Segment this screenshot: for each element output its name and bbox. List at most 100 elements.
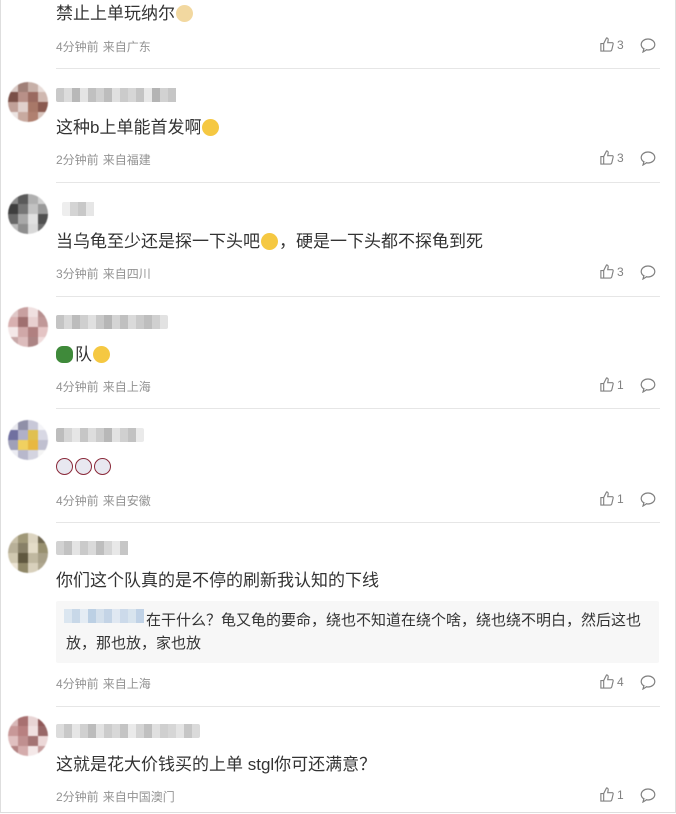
- like-button[interactable]: 3: [599, 37, 624, 52]
- username-pixel: [88, 724, 96, 738]
- like-button[interactable]: 3: [599, 264, 624, 279]
- avatar-pixel: [28, 533, 38, 543]
- comment-reply-icon[interactable]: [640, 491, 656, 507]
- username-pixel: [120, 88, 128, 102]
- username-pixel: [128, 724, 136, 738]
- comment-source: 来自安徽: [102, 494, 151, 508]
- like-button[interactable]: 1: [599, 377, 624, 392]
- comment-reply-icon[interactable]: [640, 787, 656, 803]
- avatar-pixel: [8, 102, 18, 112]
- username-pixel: [128, 315, 136, 329]
- avatar-pixel: [18, 533, 28, 543]
- avatar-pixel: [38, 327, 48, 337]
- avatar-pixel: [18, 82, 28, 92]
- avatar-pixel: [8, 112, 18, 122]
- laugh-cry-emoji: [202, 119, 220, 136]
- avatar-pixel: [28, 543, 38, 553]
- username-pixel: [96, 541, 104, 555]
- avatar-pixel: [8, 553, 18, 563]
- username-pixel: [96, 315, 104, 329]
- comment-source: 来自上海: [102, 380, 151, 394]
- quoted-reply[interactable]: 在干什么？龟又龟的要命，绕也不知道在绕个啥，绕也绕不明白，然后这也放，那也放，家…: [56, 601, 659, 663]
- username-pixel: [112, 428, 120, 442]
- avatar-pixel: [18, 102, 28, 112]
- username-pixel: [112, 541, 120, 555]
- username-pixel: [160, 315, 168, 329]
- avatar-pixel: [38, 543, 48, 553]
- comment-text: 队: [56, 344, 110, 366]
- avatar-pixel: [18, 430, 28, 440]
- like-button[interactable]: 3: [599, 150, 624, 165]
- avatar-pixel: [38, 317, 48, 327]
- comment-reply-icon[interactable]: [640, 150, 656, 166]
- avatar-pixel: [8, 327, 18, 337]
- username-pixel: [88, 315, 96, 329]
- username-pixel: [152, 88, 160, 102]
- dog-emoji: [176, 5, 193, 22]
- username-pixel: [104, 315, 112, 329]
- like-button[interactable]: 1: [599, 787, 624, 802]
- username-pixel: [120, 541, 128, 555]
- username-pixel: [56, 88, 64, 102]
- comment-meta: 4分钟前 来自广东: [56, 38, 151, 55]
- thumbs-up-icon: [600, 491, 614, 506]
- avatar-pixel: [8, 214, 18, 224]
- username-pixel: [96, 724, 104, 738]
- username-pixel: [128, 428, 136, 442]
- username-pixel: [112, 315, 120, 329]
- comment-meta: 2分钟前 来自福建: [56, 151, 151, 168]
- avatar: [8, 194, 48, 234]
- avatar-pixel: [38, 194, 48, 204]
- comment-source: 来自福建: [102, 153, 151, 167]
- like-count: 4: [617, 674, 624, 689]
- username-pixel: [80, 428, 88, 442]
- username-pixel: [104, 88, 112, 102]
- username-pixel: [112, 88, 120, 102]
- comment-text: 这就是花大价钱买的上单 stgl你可还满意？: [56, 755, 377, 774]
- avatar-pixel: [8, 726, 18, 736]
- avatar-pixel: [28, 194, 38, 204]
- comment-text: 这种b上单能首发啊: [56, 117, 220, 139]
- username-blurred: [56, 428, 144, 442]
- comment-source: 来自中国澳门: [102, 790, 175, 804]
- username-pixel: [64, 315, 72, 329]
- username-blurred: [56, 541, 134, 555]
- username-pixel: [56, 315, 64, 329]
- comment-source: 来自四川: [102, 267, 151, 281]
- comment-reply-icon[interactable]: [640, 264, 656, 280]
- avatar-pixel: [38, 102, 48, 112]
- divider: [56, 706, 660, 707]
- avatar-pixel: [18, 440, 28, 450]
- divider: [56, 68, 660, 69]
- comment-time: 4分钟前: [56, 677, 99, 691]
- avatar-pixel: [28, 430, 38, 440]
- comment-text: [56, 456, 111, 478]
- comment-reply-icon[interactable]: [640, 674, 656, 690]
- avatar-pixel: [38, 420, 48, 430]
- username-pixel: [80, 541, 88, 555]
- like-button[interactable]: 4: [599, 674, 624, 689]
- username-pixel: [62, 202, 70, 216]
- avatar: [8, 716, 48, 756]
- username-pixel: [88, 428, 96, 442]
- username-pixel: [78, 202, 86, 216]
- username-pixel: [120, 724, 128, 738]
- avatar-pixel: [28, 82, 38, 92]
- comment-reply-icon[interactable]: [640, 377, 656, 393]
- avatar-pixel: [28, 553, 38, 563]
- username-pixel: [120, 428, 128, 442]
- username-pixel: [86, 202, 94, 216]
- avatar-pixel: [28, 450, 38, 460]
- comment-reply-icon[interactable]: [640, 37, 656, 53]
- comment-time: 4分钟前: [56, 40, 99, 54]
- username-pixel: [56, 724, 64, 738]
- like-button[interactable]: 1: [599, 491, 624, 506]
- avatar-pixel: [38, 92, 48, 102]
- avatar-pixel: [28, 112, 38, 122]
- avatar-pixel: [18, 317, 28, 327]
- comment-meta: 4分钟前 来自上海: [56, 675, 151, 692]
- avatar-pixel: [18, 543, 28, 553]
- shy-emoji: [93, 346, 110, 363]
- avatar-pixel: [28, 224, 38, 234]
- username-pixel: [192, 724, 200, 738]
